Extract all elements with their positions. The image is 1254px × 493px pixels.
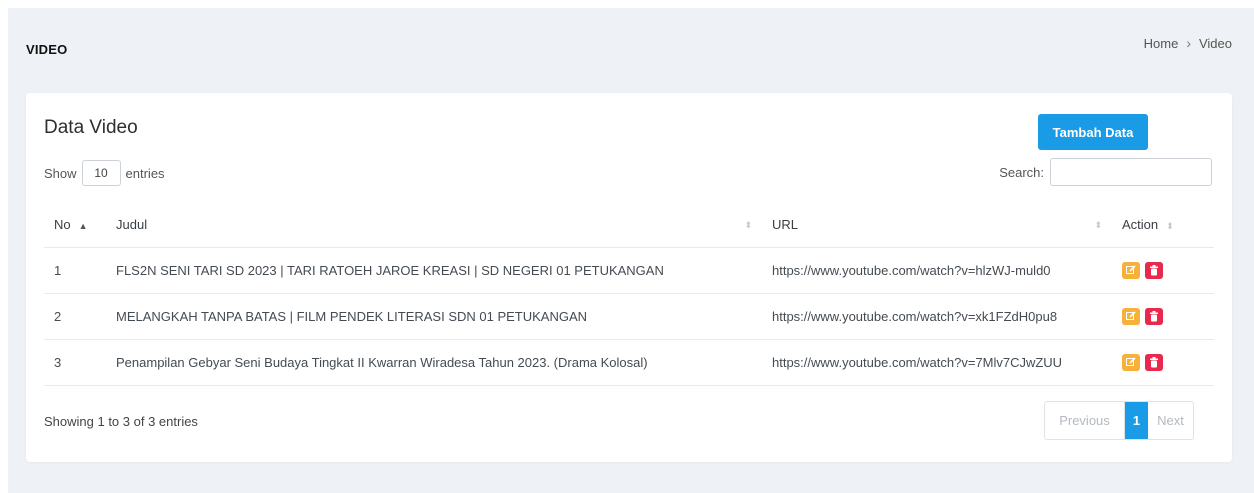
cell-no: 1 [44,247,106,294]
show-label: Show [44,165,77,181]
page-1-button[interactable]: 1 [1125,402,1148,439]
sort-icon: ⬍ [1094,220,1102,230]
breadcrumb-separator: › [1186,35,1191,51]
next-button[interactable]: Next [1148,402,1193,439]
cell-url: https://www.youtube.com/watch?v=xk1FZdH0… [762,293,1112,340]
entries-select[interactable]: 10 [81,160,121,186]
cell-no: 3 [44,339,106,386]
edit-button[interactable] [1122,261,1140,279]
cell-action [1112,293,1214,340]
header-no-label: No [54,217,71,233]
cell-url: https://www.youtube.com/watch?v=hlzWJ-mu… [762,247,1112,294]
delete-button[interactable] [1145,353,1163,371]
cell-action [1112,247,1214,294]
breadcrumb-current: Video [1198,35,1232,51]
edit-button[interactable] [1122,307,1140,325]
trash-icon [1150,356,1158,367]
header-judul-label: Judul [116,217,148,233]
edit-icon [1126,265,1136,274]
previous-button[interactable]: Previous [1045,402,1125,439]
edit-icon [1126,357,1136,366]
search-label: Search: [999,164,1044,180]
table-header-row: No ▲ Judul ⬍ URL ⬍ Action ⬍ [44,203,1214,248]
trash-icon [1150,310,1158,321]
data-video-card: Data Video Tambah Data Show 10 entries S… [26,93,1232,462]
search-input[interactable] [1050,158,1212,186]
pagination: Previous 1 Next [1044,401,1194,440]
entries-label: entries [125,165,165,181]
cell-action [1112,339,1214,386]
breadcrumb: Home › Video [1144,35,1232,51]
cell-url: https://www.youtube.com/watch?v=7Mlv7CJw… [762,339,1112,386]
delete-button[interactable] [1145,307,1163,325]
table-row: 3 Penampilan Gebyar Seni Budaya Tingkat … [44,339,1214,386]
table-info: Showing 1 to 3 of 3 entries [44,414,198,429]
table-row: 1 FLS2N SENI TARI SD 2023 | TARI RATOEH … [44,247,1214,294]
header-url[interactable]: URL ⬍ [762,203,1112,248]
cell-no: 2 [44,293,106,340]
header-action[interactable]: Action ⬍ [1112,203,1214,248]
sort-asc-icon: ▲ [78,221,88,232]
header-url-label: URL [772,217,799,233]
header-no[interactable]: No ▲ [44,203,106,248]
edit-button[interactable] [1122,353,1140,371]
show-entries: Show 10 entries [44,160,165,186]
cell-judul: FLS2N SENI TARI SD 2023 | TARI RATOEH JA… [106,247,762,294]
delete-button[interactable] [1145,261,1163,279]
header-judul[interactable]: Judul ⬍ [106,203,762,248]
add-data-button[interactable]: Tambah Data [1038,114,1148,150]
table-row: 2 MELANGKAH TANPA BATAS | FILM PENDEK LI… [44,293,1214,340]
page-title: VIDEO [26,42,68,57]
cell-judul: MELANGKAH TANPA BATAS | FILM PENDEK LITE… [106,293,762,340]
header-action-label: Action [1122,217,1159,233]
edit-icon [1126,311,1136,320]
sort-icon: ⬍ [744,220,752,230]
cell-judul: Penampilan Gebyar Seni Budaya Tingkat II… [106,339,762,386]
card-title: Data Video [44,117,138,138]
video-table: No ▲ Judul ⬍ URL ⬍ Action ⬍ 1 FLS2N SENI TAR… [44,203,1214,386]
breadcrumb-home[interactable]: Home [1144,36,1179,51]
trash-icon [1150,264,1158,275]
search: Search: [999,158,1212,186]
sort-icon: ⬍ [1166,221,1174,232]
